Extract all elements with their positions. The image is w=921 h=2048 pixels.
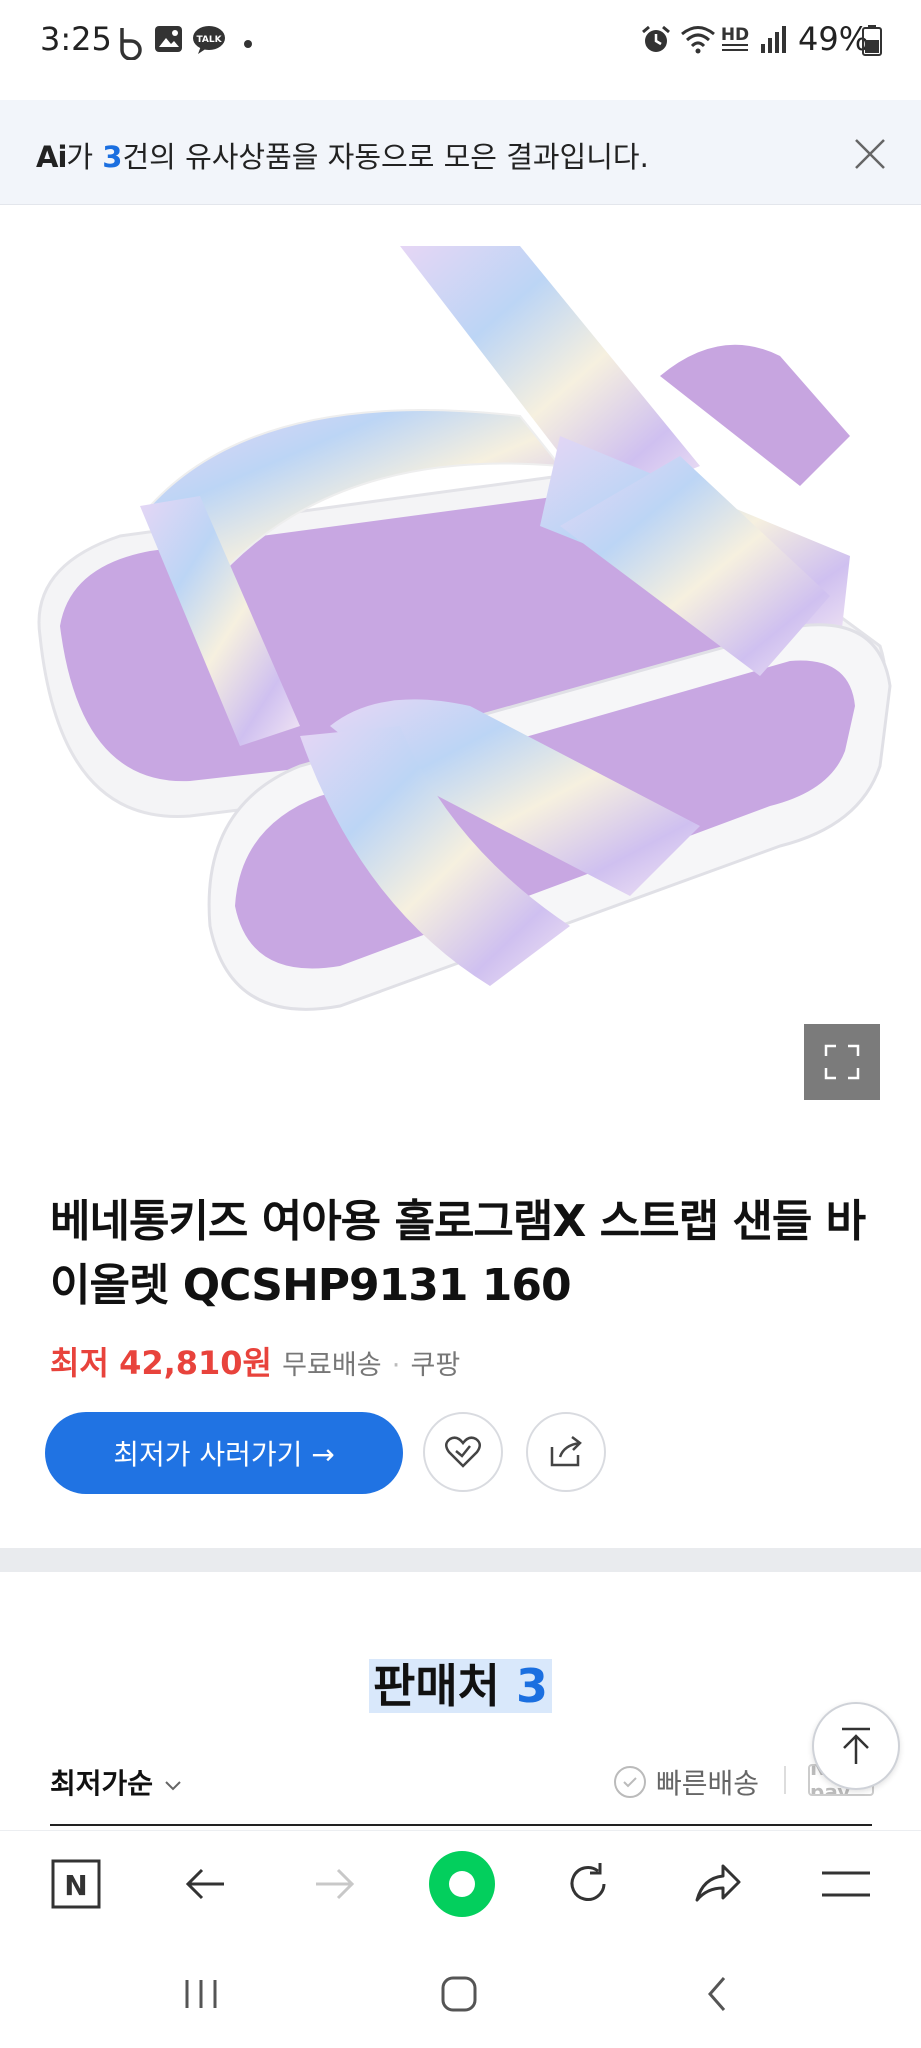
ai-result-count: 3 <box>102 140 123 174</box>
ai-banner-text: Ai가 3건의 유사상품을 자동으로 모은 결과입니다. <box>36 140 649 174</box>
menu-icon[interactable] <box>814 1852 878 1916</box>
ai-logo: Ai <box>36 140 67 174</box>
sellers-heading: 판매처 3 <box>0 1650 921 1716</box>
wishlist-button[interactable] <box>423 1412 503 1492</box>
hd-voice-icon: HD <box>718 22 752 62</box>
share-button[interactable] <box>526 1412 606 1492</box>
lowest-price: 42,810원 <box>119 1344 272 1382</box>
product-title[interactable]: 베네통키즈 여아용 홀로그램X 스트랩 샌들 바이올렛 QCSHP9131 16… <box>50 1190 880 1318</box>
alarm-icon <box>640 24 672 60</box>
back-icon[interactable] <box>174 1852 238 1916</box>
wifi-icon <box>680 24 716 58</box>
check-circle-icon <box>614 1766 646 1798</box>
naver-home-icon[interactable]: N <box>44 1852 108 1916</box>
back-nav-icon[interactable] <box>682 1964 752 2024</box>
price-label: 최저 <box>50 1344 109 1382</box>
share-icon <box>550 1436 582 1467</box>
home-icon[interactable] <box>424 1964 494 2024</box>
svg-text:HD: HD <box>721 25 749 45</box>
list-top-border <box>50 1824 872 1826</box>
battery-percent: 49% <box>798 20 870 58</box>
signal-icon <box>760 24 788 58</box>
filter-divider <box>784 1766 786 1794</box>
arrow-up-icon <box>842 1727 870 1764</box>
dot-icon <box>243 34 253 53</box>
price-row: 최저 42,810원 무료배송 · 쿠팡 <box>50 1338 460 1384</box>
status-time: 3:25 <box>40 20 112 58</box>
buy-lowest-price-button[interactable]: 최저가 사러가기 → <box>45 1412 403 1494</box>
shipping-info: 무료배송 <box>282 1350 382 1381</box>
heart-check-icon <box>445 1436 481 1468</box>
product-image[interactable] <box>0 206 921 1136</box>
b-app-icon <box>114 24 148 64</box>
sort-dropdown[interactable]: 최저가순 <box>50 1762 183 1802</box>
chevron-down-icon <box>165 1781 181 1791</box>
fullscreen-icon <box>824 1044 860 1080</box>
close-icon[interactable] <box>850 134 890 174</box>
expand-image-button[interactable] <box>804 1024 880 1100</box>
seller-name: 쿠팡 <box>410 1350 461 1381</box>
refresh-icon[interactable] <box>556 1852 620 1916</box>
svg-text:N: N <box>64 1869 87 1902</box>
scroll-to-top-button[interactable] <box>812 1702 900 1790</box>
svg-text:TALK: TALK <box>196 35 222 45</box>
share-icon[interactable] <box>686 1852 750 1916</box>
fast-shipping-filter[interactable]: 빠른배송 <box>614 1762 759 1802</box>
battery-icon <box>862 24 882 60</box>
section-divider <box>0 1548 921 1572</box>
forward-icon[interactable] <box>302 1852 366 1916</box>
sellers-count: 3 <box>515 1659 548 1713</box>
green-dot-icon[interactable] <box>428 1850 496 1918</box>
recent-apps-icon[interactable] <box>166 1964 236 2024</box>
separator: · <box>391 1350 401 1381</box>
talk-icon: TALK <box>192 24 228 60</box>
gallery-icon <box>154 24 184 58</box>
